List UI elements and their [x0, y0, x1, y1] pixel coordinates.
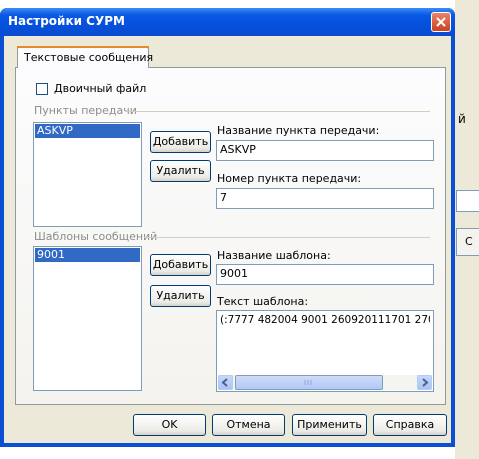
dialog-title: Настройки СУРМ	[8, 14, 125, 28]
stations-list-item[interactable]: ASKVP	[35, 124, 140, 138]
tab-label: Текстовые сообщения	[24, 51, 154, 64]
background-text-fragment: й	[458, 112, 466, 126]
templates-list-item[interactable]: 9001	[35, 248, 140, 262]
templates-add-button[interactable]: Добавить	[150, 254, 211, 276]
background-button-text: С	[465, 235, 473, 248]
templates-delete-button[interactable]: Удалить	[150, 285, 211, 307]
template-name-field[interactable]: 9001	[216, 264, 434, 285]
template-name-label: Название шаблона:	[217, 249, 331, 262]
close-button[interactable]	[431, 12, 451, 32]
close-icon	[436, 17, 446, 27]
help-button[interactable]: Справка	[373, 414, 447, 436]
binary-file-label[interactable]: Двоичный файл	[54, 82, 146, 95]
stations-delete-button[interactable]: Удалить	[150, 160, 211, 182]
station-number-label: Номер пункта передачи:	[217, 172, 362, 185]
station-number-field[interactable]: 7	[216, 188, 434, 209]
background-button: С	[456, 228, 479, 256]
stations-add-button[interactable]: Добавить	[150, 131, 211, 153]
ok-button[interactable]: OK	[133, 414, 206, 436]
templates-group-divider	[144, 237, 430, 238]
scroll-right-button[interactable]	[417, 375, 432, 390]
template-text-label: Текст шаблона:	[217, 295, 309, 308]
station-name-label: Название пункта передачи:	[217, 124, 380, 137]
tab-highlight	[17, 46, 149, 48]
scroll-thumb[interactable]	[235, 375, 383, 390]
template-text-value: (:7777 482004 9001 260920111701 2709201	[220, 314, 430, 326]
arrow-left-icon	[221, 378, 228, 387]
binary-file-checkbox[interactable]	[36, 83, 48, 95]
apply-button[interactable]: Применить	[292, 414, 367, 436]
stations-listbox[interactable]: ASKVP	[33, 122, 142, 227]
arrow-right-icon	[422, 378, 429, 387]
station-name-field[interactable]: ASKVP	[216, 140, 434, 161]
grip-icon	[304, 380, 312, 385]
templates-listbox[interactable]: 9001	[33, 246, 142, 391]
background-field	[456, 190, 479, 212]
stations-group-label: Пункты передачи	[34, 104, 137, 117]
scroll-left-button[interactable]	[218, 375, 233, 390]
horizontal-scrollbar[interactable]	[218, 375, 432, 390]
cancel-button[interactable]: Отмена	[212, 414, 285, 436]
template-text-area[interactable]: (:7777 482004 9001 260920111701 2709201	[216, 310, 434, 392]
stations-group-divider	[126, 111, 430, 112]
templates-group-label: Шаблоны сообщений	[34, 230, 158, 243]
